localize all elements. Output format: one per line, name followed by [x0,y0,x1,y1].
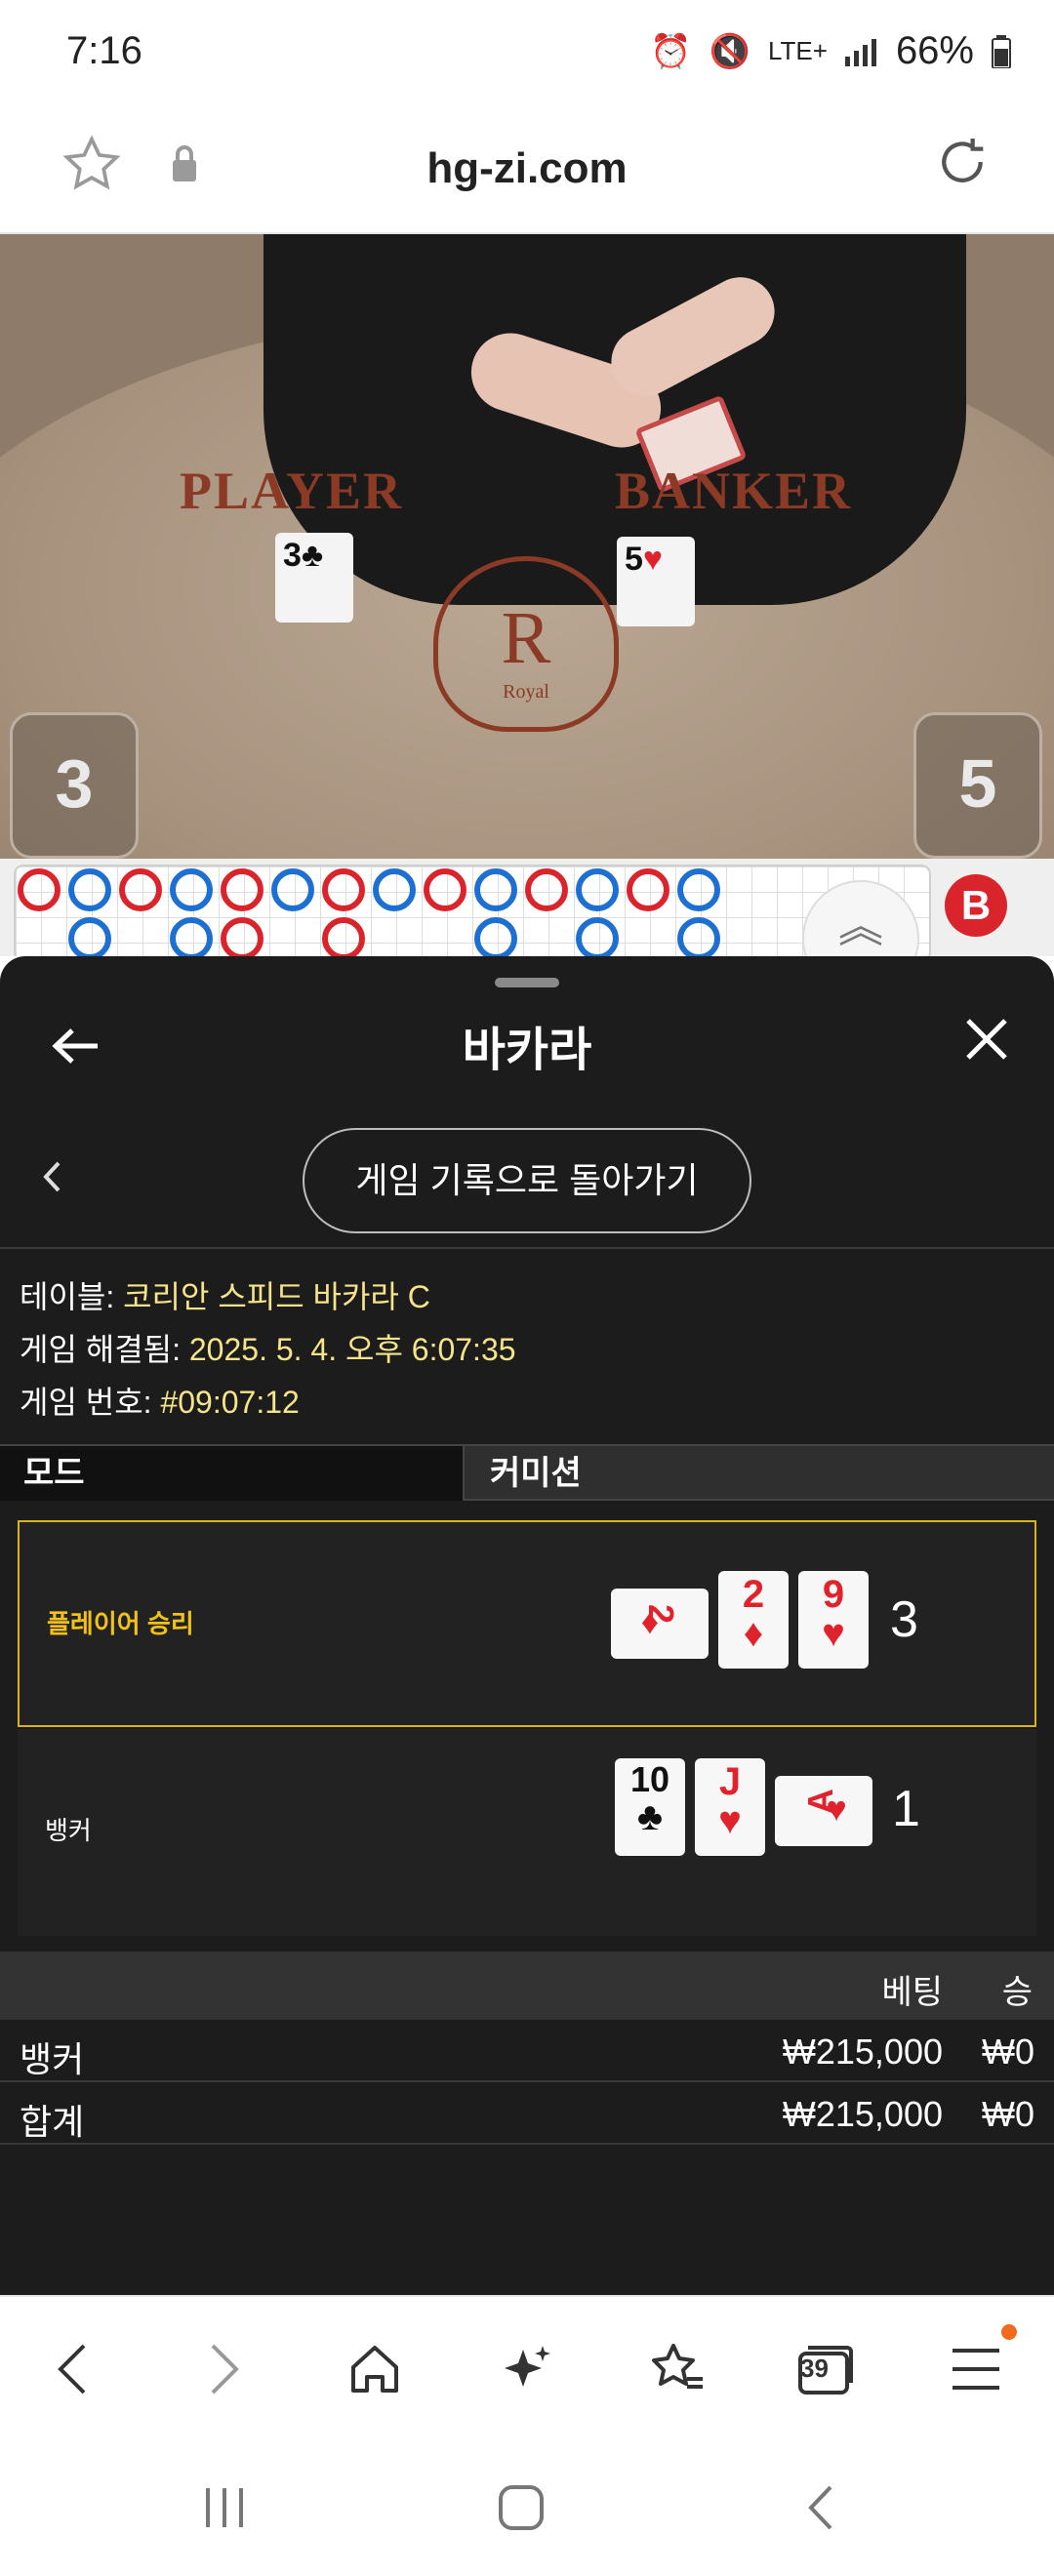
status-bar: 7:16 ⏰ 🔇 LTE+ 66% [0,0,1054,109]
banker-bead [221,868,264,911]
player-bead [474,917,517,956]
banker-bead [221,917,264,956]
bookmarks-icon[interactable] [638,2330,716,2408]
player-total: 3 [890,1591,918,1648]
player-bead [373,868,416,911]
resolved-info: 게임 해결됨: 2025. 5. 4. 오후 6:07:35 [20,1332,516,1367]
player-bead [677,917,720,956]
signal-icon [844,38,876,66]
banker-label: BANKER [615,462,853,520]
forward-icon[interactable] [185,2330,264,2408]
banker-bead [525,868,568,911]
return-to-history-button[interactable]: 게임 기록으로 돌아가기 [303,1128,751,1233]
banker-table-card: 5♥ [617,537,695,626]
tabs-icon[interactable]: 39 [787,2330,865,2408]
banker-bead [627,868,669,911]
mute-icon: 🔇 [709,32,750,70]
status-icons: ⏰ 🔇 LTE+ 66% [650,29,1011,73]
browser-toolbar: 39 [0,2295,1054,2439]
royal-crest-logo: R Royal [433,556,619,732]
back-icon[interactable] [33,2330,111,2408]
home-icon[interactable] [336,2330,414,2408]
banker-bead [424,868,466,911]
banker-total: 1 [892,1781,920,1837]
tab-commission[interactable]: 커미션 [466,1446,1054,1501]
bet-table-header: 베팅 승 [0,1952,1054,2020]
player-bead [170,868,213,911]
game-detail-sheet: 바카라 게임 기록으로 돌아가기 테이블: 코리안 스피드 바카라 C 게임 해… [0,956,1054,2295]
system-nav-bar [0,2439,1054,2576]
url-text[interactable]: hg-zi.com [0,144,1054,193]
playing-card: ♦2 [611,1589,709,1659]
close-icon[interactable] [964,1007,1009,1076]
banker-result-row: 뱅커 10 ♣ J ♥ A♥ 1 [18,1729,1036,1936]
chevron-left-icon[interactable] [41,1151,62,1204]
back-nav-icon[interactable] [781,2478,859,2537]
player-bead [677,868,720,911]
battery-icon [992,34,1011,68]
player-table-card: 3♣ [275,533,353,623]
player-bead [170,917,213,956]
player-bead [474,868,517,911]
playing-card: 2 ♦ [718,1571,789,1669]
win-column-header: 승 [1001,1974,1033,2011]
banker-score: 5 [913,712,1042,859]
player-score: 3 [10,712,139,859]
battery-percent: 66% [895,29,974,72]
network-label: LTE+ [768,36,828,65]
player-bead [576,917,619,956]
player-result-row: 플레이어 승리 ♦2 2 ♦ 9 ♥ 3 [18,1520,1036,1727]
banker-badge: B [945,874,1007,937]
banker-result-label: 뱅커 [45,1816,92,1845]
banker-bead [322,868,365,911]
player-bead [68,868,111,911]
banker-bead [119,868,162,911]
mode-tabs: 모드 커미션 [0,1444,1054,1501]
bet-row: 뱅커 ₩215,000 ₩0 [0,2022,1054,2082]
tabs-count: 39 [800,2354,829,2383]
status-time: 7:16 [66,29,142,72]
roadmap-strip: ︽ B [0,859,1054,956]
player-bead [576,868,619,911]
banker-bead [18,868,61,911]
recent-apps-icon[interactable] [185,2478,264,2537]
player-label: PLAYER [180,462,404,520]
alarm-icon: ⏰ [650,32,692,70]
home-nav-icon[interactable] [482,2478,560,2537]
sheet-title: 바카라 [462,1025,592,1076]
divider [0,1247,1054,1249]
sheet-drag-handle[interactable] [495,978,559,987]
live-video[interactable]: PLAYER BANKER 3♣ 5♥ R Royal 3 5 [0,234,1054,859]
banker-bead [322,917,365,956]
playing-card: J ♥ [695,1758,765,1856]
menu-icon[interactable] [937,2324,1017,2408]
bet-column-header: 베팅 [881,1974,943,2011]
game-number-info: 게임 번호: #09:07:12 [20,1385,300,1420]
player-result-label: 플레이어 승리 [47,1609,194,1638]
playing-card: A♥ [775,1776,872,1846]
bead-road [14,865,931,956]
playing-card: 9 ♥ [798,1571,869,1669]
reload-icon[interactable] [931,131,993,193]
table-info: 테이블: 코리안 스피드 바카라 C [20,1279,430,1314]
bet-total-row: 합계 ₩215,000 ₩0 [0,2084,1054,2145]
tab-mode[interactable]: 모드 [0,1446,465,1501]
ai-sparkle-icon[interactable] [488,2330,566,2408]
player-bead [271,868,314,911]
playing-card: 10 ♣ [615,1758,685,1856]
notification-dot [1001,2324,1017,2340]
player-bead [68,917,111,956]
address-bar: hg-zi.com [0,109,1054,234]
